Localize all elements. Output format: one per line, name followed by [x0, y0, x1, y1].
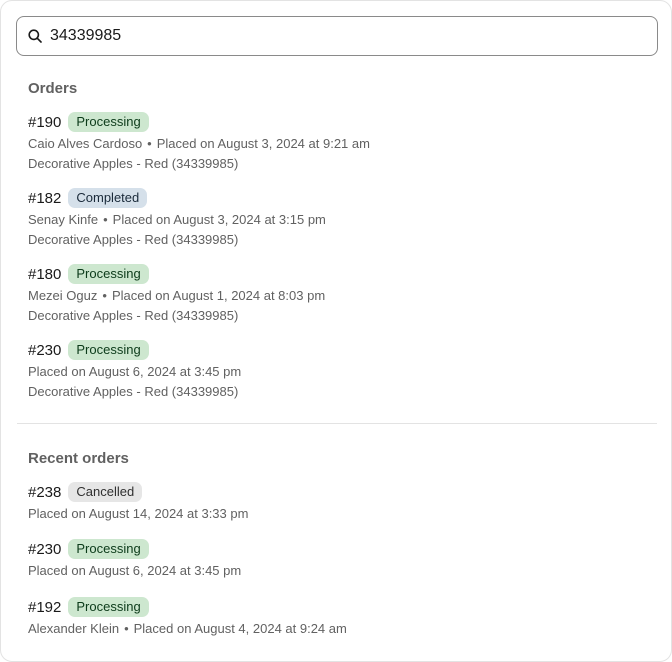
separator: • [103, 212, 108, 227]
product-line: Decorative Apples - Red (34339985) [28, 384, 239, 399]
search-box[interactable] [16, 16, 658, 56]
customer-name: Caio Alves Cardoso [28, 136, 143, 151]
order-row[interactable]: #180 Processing Mezei Oguz • Placed on Aug… [28, 263, 648, 325]
status-badge: Processing [68, 597, 149, 617]
order-row[interactable]: #192 Processing Alexander Klein • Placed o… [28, 596, 648, 638]
order-meta: Alexander Klein • Placed on August 4, 2024… [28, 619, 648, 638]
order-row[interactable]: #230 Processing Placed on August 6, 2024… [28, 538, 648, 580]
order-row[interactable]: #230 Processing Placed on August 6, 2024… [28, 339, 648, 401]
customer-name: Mezei Oguz [28, 288, 98, 303]
product-line: Decorative Apples - Red (34339985) [28, 232, 239, 247]
recent-orders-section: Recent orders #238 Cancelled Placed on A… [28, 449, 648, 649]
order-number: #230 [28, 540, 62, 558]
customer-name: Alexander Klein [28, 621, 120, 636]
placed-date: Placed on August 6, 2024 at 3:45 pm [28, 563, 242, 578]
placed-date: Placed on August 14, 2024 at 3:33 pm [28, 506, 249, 521]
status-badge: Processing [68, 264, 149, 284]
order-meta: Caio Alves Cardoso • Placed on August 3, 2… [28, 134, 648, 153]
order-row[interactable]: #190 Processing Caio Alves Cardoso • Place… [28, 111, 648, 173]
status-badge: Cancelled [68, 482, 143, 502]
search-input[interactable] [50, 27, 630, 45]
placed-date: Placed on August 4, 2024 at 9:24 am [133, 621, 347, 636]
product-line: Decorative Apples - Red (34339985) [28, 308, 239, 323]
orders-section: Orders #190 Processing Caio Alves Cardos… [28, 79, 648, 409]
placed-date: Placed on August 3, 2024 at 9:21 am [156, 136, 370, 151]
placed-date: Placed on August 6, 2024 at 3:45 pm [28, 364, 242, 379]
customer-name: Senay Kinfe [28, 212, 99, 227]
order-meta: Senay Kinfe • Placed on August 3, 2024 at … [28, 210, 648, 229]
placed-date: Placed on August 3, 2024 at 3:15 pm [112, 212, 326, 227]
separator: • [124, 621, 129, 636]
separator: • [102, 288, 107, 303]
order-row[interactable]: #238 Cancelled Placed on August 14, 2024… [28, 481, 648, 523]
order-number: #180 [28, 265, 62, 283]
order-number: #238 [28, 483, 62, 501]
section-title-recent-orders: Recent orders [28, 450, 129, 467]
product-line: Decorative Apples - Red (34339985) [28, 156, 239, 171]
search-results-panel: Orders #190 Processing Caio Alves Cardos… [0, 0, 672, 662]
status-badge: Processing [68, 539, 149, 559]
status-badge: Processing [68, 112, 149, 132]
order-number: #192 [28, 598, 62, 616]
section-divider [17, 423, 657, 424]
search-icon [27, 28, 43, 44]
order-row[interactable]: #182 Completed Senay Kinfe • Placed on Aug… [28, 187, 648, 249]
separator: • [147, 136, 152, 151]
status-badge: Processing [68, 340, 149, 360]
placed-date: Placed on August 1, 2024 at 8:03 pm [111, 288, 326, 303]
status-badge: Completed [68, 188, 148, 208]
order-number: #230 [28, 341, 62, 359]
section-title-orders: Orders [28, 80, 78, 97]
order-number: #182 [28, 189, 62, 207]
order-meta: Mezei Oguz • Placed on August 1, 2024 at 8… [28, 286, 648, 305]
order-number: #190 [28, 113, 62, 131]
